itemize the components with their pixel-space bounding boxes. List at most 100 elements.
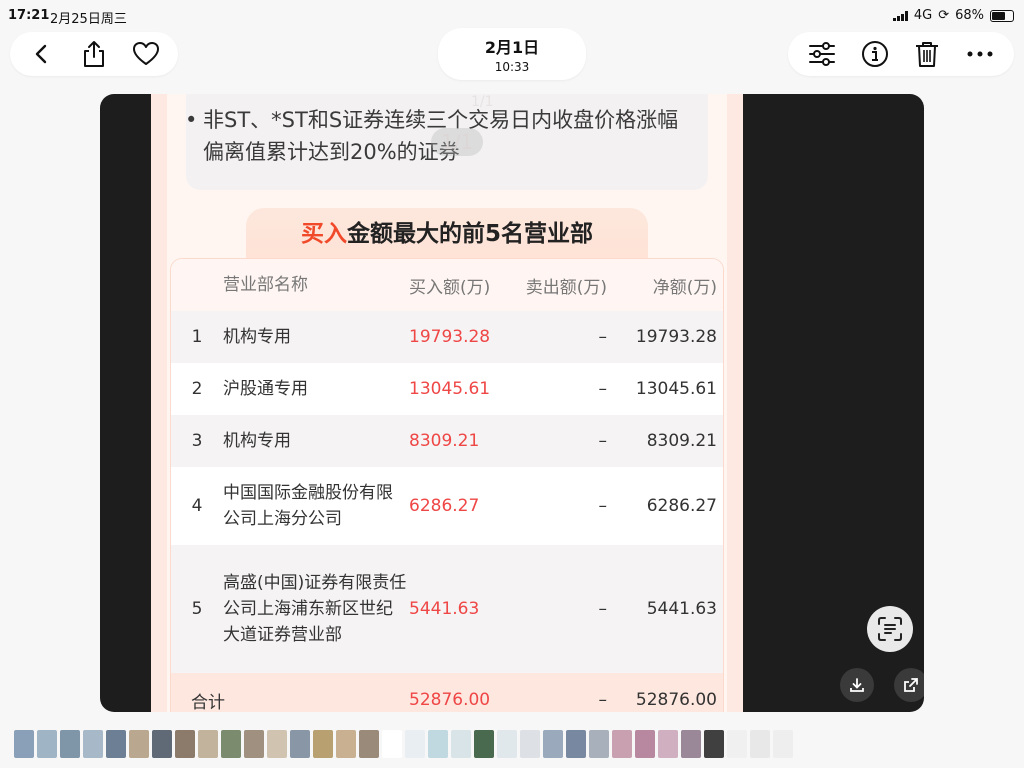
open-external-icon[interactable] [894, 668, 924, 702]
status-date: 2月25日周三 [50, 12, 127, 27]
header-net: 净额(万) [652, 277, 717, 298]
thumbnail[interactable] [175, 730, 195, 758]
photo-viewer[interactable]: • 非ST、*ST和S证券连续三个交易日内收盘价格涨幅偏离值累计达到20%的证券… [100, 94, 924, 712]
thumbnail[interactable] [152, 730, 172, 758]
row-sell: – [598, 496, 608, 516]
photo-time: 10:33 [494, 60, 530, 74]
photo-content: • 非ST、*ST和S证券连续三个交易日内收盘价格涨幅偏离值累计达到20%的证券… [151, 94, 743, 712]
row-net: 6286.27 [646, 496, 717, 516]
thumbnail[interactable] [313, 730, 333, 758]
header-sell: 卖出额(万) [525, 277, 607, 298]
more-icon[interactable] [964, 38, 996, 70]
row-buy: 19793.28 [409, 327, 491, 347]
thumbnail[interactable] [658, 730, 678, 758]
row-name: 中国国际金融股份有限公司上海分公司 [223, 483, 393, 529]
thumbnail[interactable] [267, 730, 287, 758]
thumbnail[interactable] [198, 730, 218, 758]
row-name: 机构专用 [223, 327, 291, 347]
header-name: 营业部名称 [223, 275, 308, 295]
battery-percent: 68% [955, 8, 984, 23]
thumbnail[interactable] [681, 730, 701, 758]
thumbnail[interactable] [336, 730, 356, 758]
row-sell: – [598, 431, 608, 451]
download-icon[interactable] [840, 668, 874, 702]
trash-icon[interactable] [911, 38, 943, 70]
photo-date-pill[interactable]: 2月1日 10:33 [438, 28, 586, 80]
thumbnail[interactable] [773, 730, 793, 758]
section-title: 买入金额最大的前5名营业部 [246, 208, 648, 260]
thumbnail-strip[interactable] [0, 728, 1024, 760]
status-time: 17:21 [8, 8, 50, 23]
thumbnail[interactable] [704, 730, 724, 758]
thumbnail[interactable] [290, 730, 310, 758]
adjust-icon[interactable] [806, 38, 838, 70]
battery-icon [990, 9, 1014, 22]
thumbnail[interactable] [60, 730, 80, 758]
row-buy: 5441.63 [409, 599, 480, 619]
section-title-rest: 金额最大的前5名营业部 [346, 221, 593, 247]
right-toolbar [788, 32, 1014, 76]
row-buy: 8309.21 [409, 431, 480, 451]
page-indicator-small: 1/1 [471, 94, 494, 110]
thumbnail[interactable] [612, 730, 632, 758]
row-sell: – [598, 327, 608, 347]
thumbnail[interactable] [14, 730, 34, 758]
row-rank: 2 [191, 379, 203, 399]
thumbnail[interactable] [497, 730, 517, 758]
total-net: 52876.00 [635, 690, 717, 710]
signal-icon [892, 10, 908, 21]
thumbnail[interactable] [566, 730, 586, 758]
thumbnail[interactable] [244, 730, 264, 758]
thumbnail[interactable] [405, 730, 425, 758]
row-rank: 4 [191, 496, 203, 516]
thumbnail[interactable] [727, 730, 747, 758]
thumbnail[interactable] [37, 730, 57, 758]
thumbnail[interactable] [635, 730, 655, 758]
rotation-lock-icon: ⟳ [938, 8, 950, 23]
row-net: 5441.63 [646, 599, 717, 619]
row-net: 19793.28 [635, 327, 717, 347]
table-row: 4 中国国际金融股份有限公司上海分公司 6286.27 – 6286.27 [171, 467, 723, 545]
thumbnail[interactable] [106, 730, 126, 758]
table-total-row: 合计 52876.00 – 52876.00 [171, 673, 723, 712]
row-sell: – [598, 379, 608, 399]
photo-edge-right [727, 94, 743, 712]
info-icon[interactable] [859, 38, 891, 70]
thumbnail[interactable] [589, 730, 609, 758]
total-sell: – [598, 690, 608, 710]
thumbnail[interactable] [750, 730, 770, 758]
back-icon[interactable] [26, 38, 58, 70]
photo-date: 2月1日 [484, 38, 540, 57]
table-row: 2 沪股通专用 13045.61 – 13045.61 [171, 363, 723, 415]
table-row: 1 机构专用 19793.28 – 19793.28 [171, 311, 723, 363]
table-header: 营业部名称 买入额(万) 卖出额(万) 净额(万) [171, 259, 723, 311]
thumbnail[interactable] [382, 730, 402, 758]
thumbnail[interactable] [520, 730, 540, 758]
row-name: 沪股通专用 [223, 379, 308, 399]
heart-icon[interactable] [130, 38, 162, 70]
row-name: 高盛(中国)证券有限责任公司上海浦东新区世纪大道证券营业部 [223, 573, 407, 645]
share-icon[interactable] [78, 38, 110, 70]
page-indicator-overlay: 1/1 [431, 128, 484, 156]
thumbnail[interactable] [474, 730, 494, 758]
bullet: • [185, 108, 198, 132]
section-title-accent: 买入 [300, 221, 347, 247]
row-net: 13045.61 [635, 379, 717, 399]
status-right: 4G ⟳ 68% [892, 8, 1014, 23]
table-row: 3 机构专用 8309.21 – 8309.21 [171, 415, 723, 467]
thumbnail[interactable] [543, 730, 563, 758]
thumbnail[interactable] [83, 730, 103, 758]
row-name: 机构专用 [223, 431, 291, 451]
row-rank: 1 [191, 327, 203, 347]
row-net: 8309.21 [646, 431, 717, 451]
header-buy: 买入额(万) [409, 277, 491, 298]
thumbnail[interactable] [428, 730, 448, 758]
thumbnail[interactable] [221, 730, 241, 758]
thumbnail[interactable] [359, 730, 379, 758]
photo-edge-left [151, 94, 167, 712]
network-label: 4G [913, 8, 933, 23]
thumbnail[interactable] [129, 730, 149, 758]
table-row: 5 高盛(中国)证券有限责任公司上海浦东新区世纪大道证券营业部 5441.63 … [171, 545, 723, 673]
live-text-icon[interactable] [867, 606, 913, 652]
thumbnail[interactable] [451, 730, 471, 758]
